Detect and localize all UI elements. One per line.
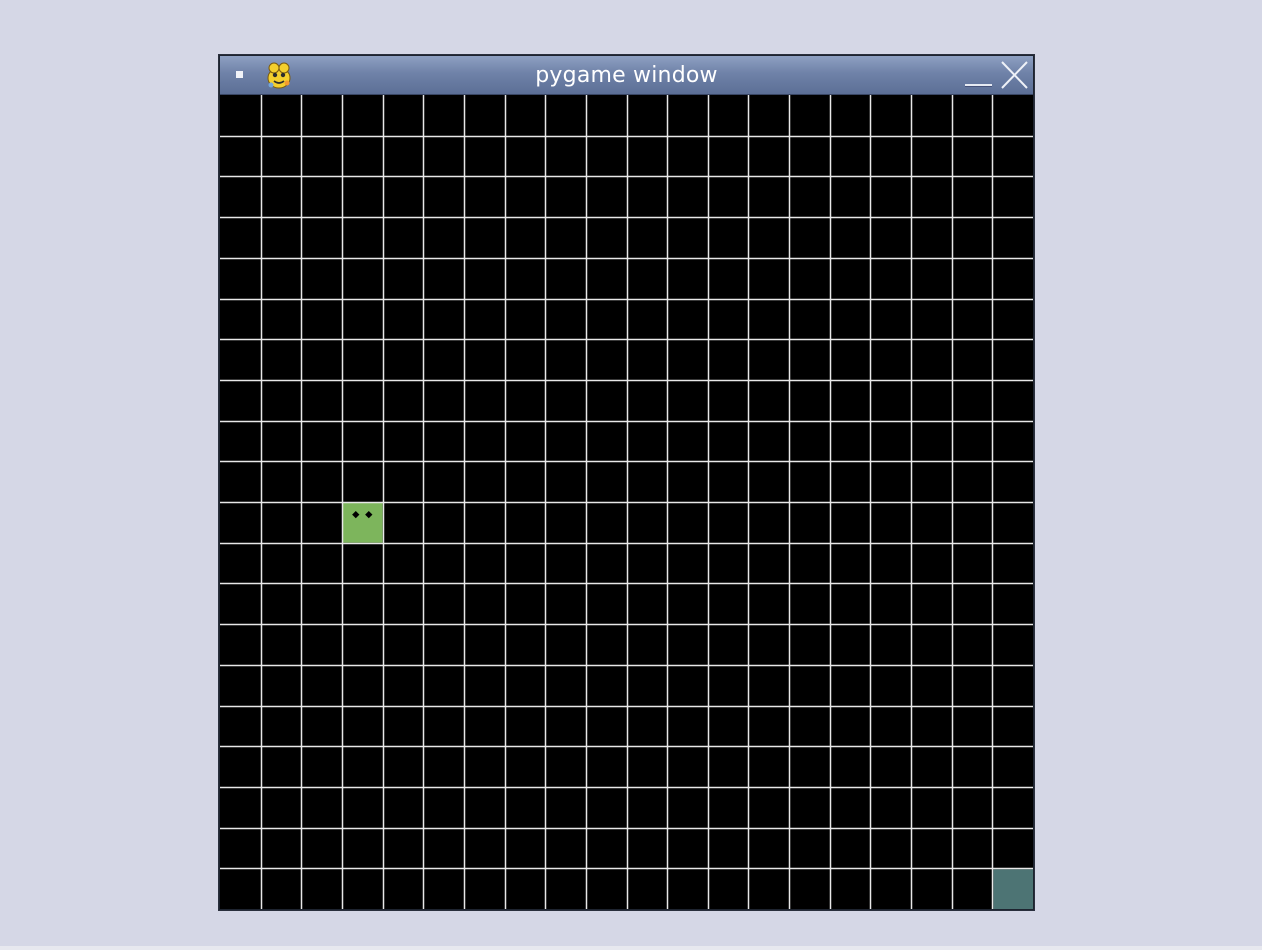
minimize-button[interactable]	[964, 60, 994, 90]
food-cell	[993, 869, 1033, 909]
title-bar[interactable]: pygame window	[220, 56, 1033, 95]
game-grid	[220, 95, 1033, 909]
desktop-bottom-strip	[0, 946, 1262, 950]
snake-head	[342, 503, 383, 543]
pygame-window: pygame window	[219, 55, 1034, 910]
close-icon	[1001, 61, 1028, 89]
window-title: pygame window	[535, 63, 718, 88]
game-board[interactable]	[220, 95, 1033, 909]
close-button[interactable]	[998, 59, 1030, 91]
